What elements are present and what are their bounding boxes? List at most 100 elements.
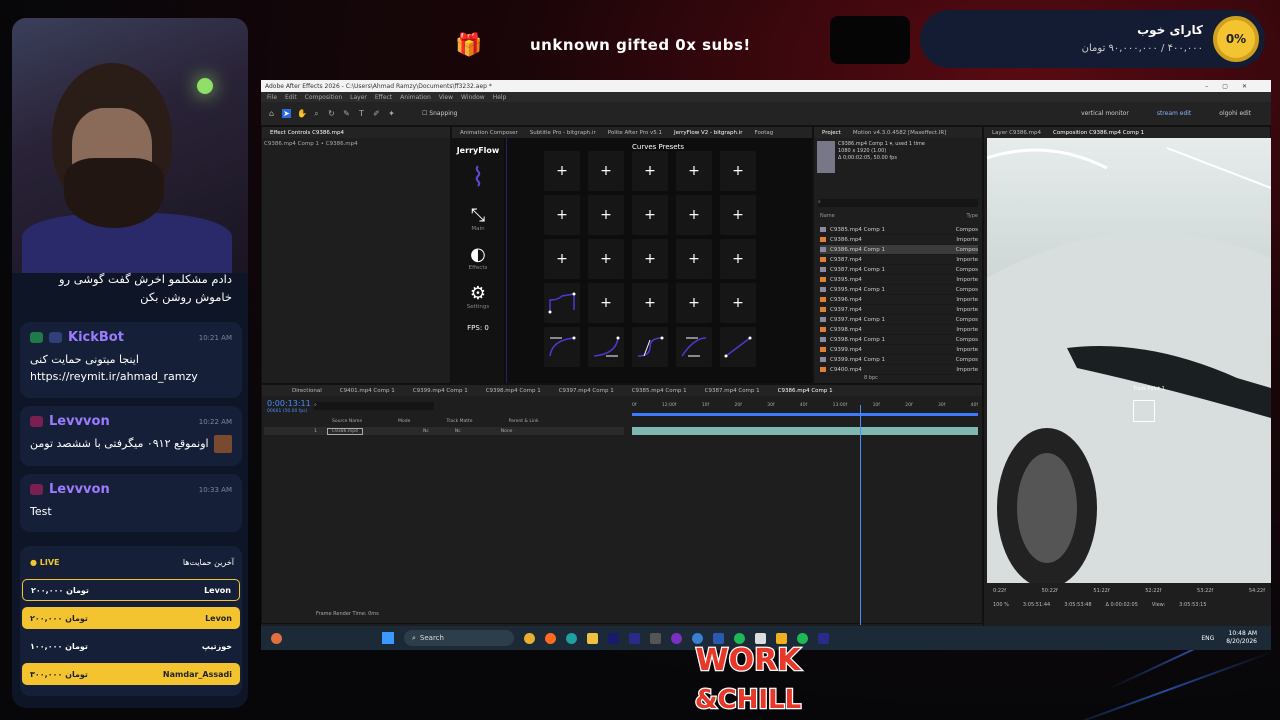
tab-comp[interactable]: C9387.mp4 Comp 1 <box>705 388 760 394</box>
col-track-matte[interactable]: Track Matte <box>446 419 472 424</box>
add-curve-button[interactable]: + <box>676 283 712 323</box>
playhead[interactable] <box>860 405 861 625</box>
add-curve-button[interactable]: + <box>588 151 624 191</box>
col-type[interactable]: Type <box>967 213 978 219</box>
tab-comp[interactable]: C9399.mp4 Comp 1 <box>413 388 468 394</box>
project-search-input[interactable]: ⌕ <box>818 199 978 207</box>
pen-tool-icon[interactable]: ✎ <box>342 109 351 118</box>
menu-help[interactable]: Help <box>493 94 507 101</box>
menu-layer[interactable]: Layer <box>350 94 367 101</box>
curve-preset[interactable] <box>588 327 624 367</box>
project-item[interactable]: C9399.mp4 Comp 1 Compos <box>820 355 978 365</box>
curve-preset[interactable] <box>676 327 712 367</box>
add-curve-button[interactable]: + <box>720 239 756 279</box>
col-source-name[interactable]: Source Name <box>332 419 362 424</box>
firefox-icon[interactable] <box>545 632 556 644</box>
menu-window[interactable]: Window <box>461 94 485 101</box>
menu-view[interactable]: View <box>439 94 453 101</box>
project-item[interactable]: C9397.mp4 Comp 1 Compos <box>820 315 978 325</box>
time-ruler[interactable]: 0f 12:00f 10f 20f 30f 40f 13:00f 10f 20f 30f 40f <box>632 403 978 408</box>
add-curve-button[interactable]: + <box>720 195 756 235</box>
folder-icon[interactable] <box>587 632 598 644</box>
tab-effect-controls[interactable]: Effect Controls C9386.mp4 <box>270 130 344 136</box>
workspace-vertical-monitor[interactable]: vertical monitor <box>1081 110 1129 117</box>
chat-username[interactable]: Levvvon <box>49 482 110 497</box>
tab-comp-active[interactable]: C9386.mp4 Comp 1 <box>778 388 833 394</box>
add-curve-button[interactable]: + <box>588 195 624 235</box>
home-icon[interactable]: ⌂ <box>267 109 276 118</box>
tab-composition[interactable]: Composition C9386.mp4 Comp 1 <box>1053 130 1144 136</box>
effects-nav-icon[interactable]: ◐ <box>452 244 504 265</box>
project-item[interactable]: C9395.mp4 Importe <box>820 275 978 285</box>
project-item[interactable]: C9398.mp4 Importe <box>820 325 978 335</box>
snapping-toggle[interactable]: ☐ Snapping <box>422 110 457 117</box>
project-item[interactable]: C9399.mp4 Importe <box>820 345 978 355</box>
track-point-icon[interactable] <box>1133 400 1155 422</box>
hand-tool-icon[interactable]: ✋ <box>297 109 307 118</box>
menu-composition[interactable]: Composition <box>305 94 342 101</box>
add-curve-button[interactable]: + <box>720 151 756 191</box>
tab-comp[interactable]: C9398.mp4 Comp 1 <box>486 388 541 394</box>
selection-tool-icon[interactable]: ➤ <box>282 109 291 118</box>
settings-nav-icon[interactable]: ⚙ <box>452 283 504 304</box>
workspace-olgohi-edit[interactable]: olgohi edit <box>1219 110 1251 117</box>
col-mode[interactable]: Mode <box>398 419 410 424</box>
add-curve-button[interactable]: + <box>676 239 712 279</box>
chat-username[interactable]: Levvvon <box>49 414 110 429</box>
tab-comp[interactable]: C9385.mp4 Comp 1 <box>632 388 687 394</box>
tab-animation-composer[interactable]: Animation Composer <box>460 130 518 136</box>
project-item[interactable]: C9396.mp4 Importe <box>820 295 978 305</box>
curve-preset[interactable] <box>720 327 756 367</box>
chrome-icon[interactable] <box>524 632 535 644</box>
add-curve-button[interactable]: + <box>676 151 712 191</box>
tab-directional[interactable]: Directional <box>292 388 322 394</box>
system-tray[interactable]: ENG 10:48 AM 8/20/2026 <box>1201 630 1271 646</box>
project-item[interactable]: C9386.mp4 Comp 1 Compos <box>820 245 978 255</box>
tab-layer[interactable]: Layer C9386.mp4 <box>992 130 1041 136</box>
add-curve-button[interactable]: + <box>632 151 668 191</box>
chat-link[interactable]: https://reymit.ir/ahmad_ramzy <box>30 368 232 385</box>
add-curve-button[interactable]: + <box>720 283 756 323</box>
brush-tool-icon[interactable]: ✐ <box>372 109 381 118</box>
current-timecode[interactable]: 0:00:13:11 <box>267 399 311 408</box>
tab-comp[interactable]: C9401.mp4 Comp 1 <box>340 388 395 394</box>
chat-username[interactable]: KickBot <box>68 330 124 345</box>
after-effects-icon[interactable] <box>629 632 640 644</box>
menu-file[interactable]: File <box>267 94 277 101</box>
add-curve-button[interactable]: + <box>632 283 668 323</box>
tab-project[interactable]: Project <box>822 130 841 136</box>
project-item[interactable]: C9387.mp4 Importe <box>820 255 978 265</box>
col-name[interactable]: Name <box>820 213 835 219</box>
zoom-tool-icon[interactable]: ⌕ <box>312 109 321 118</box>
premiere-icon[interactable] <box>608 632 619 644</box>
tab-footage[interactable]: Footag <box>755 130 774 136</box>
language-indicator[interactable]: ENG <box>1201 635 1214 642</box>
add-curve-button[interactable]: + <box>632 195 668 235</box>
taskbar-search[interactable]: ⌕ Search <box>404 630 514 646</box>
project-item[interactable]: C9397.mp4 Importe <box>820 305 978 315</box>
tab-polite-after[interactable]: Polite After Pro v5.1 <box>608 130 662 136</box>
edge-icon[interactable] <box>566 632 577 644</box>
add-curve-button[interactable]: + <box>544 151 580 191</box>
menu-animation[interactable]: Animation <box>400 94 431 101</box>
tab-comp[interactable]: C9397.mp4 Comp 1 <box>559 388 614 394</box>
menu-edit[interactable]: Edit <box>285 94 297 101</box>
project-item[interactable]: C9398.mp4 Comp 1 Compos <box>820 335 978 345</box>
project-item[interactable]: C9386.mp4 Importe <box>820 235 978 245</box>
bpc-indicator[interactable]: 8 bpc <box>864 375 878 381</box>
menu-effect[interactable]: Effect <box>375 94 392 101</box>
tab-motion[interactable]: Motion v4.3.0.4582 [Maxeffect.IR] <box>853 130 947 136</box>
add-curve-button[interactable]: + <box>544 195 580 235</box>
work-area-bar[interactable] <box>632 413 978 416</box>
tab-subtitle-pro[interactable]: Subtitle Pro - bitgraph.ir <box>530 130 596 136</box>
add-curve-button[interactable]: + <box>632 239 668 279</box>
app-icon[interactable] <box>671 632 682 644</box>
project-item[interactable]: C9385.mp4 Comp 1 Compos <box>820 225 978 235</box>
text-tool-icon[interactable]: T <box>357 109 366 118</box>
col-parent[interactable]: Parent & Link <box>509 419 539 424</box>
layer-row[interactable]: 1 C9386.mp4 Nc Nc None <box>264 427 624 435</box>
start-icon[interactable] <box>382 632 394 644</box>
curve-preset[interactable] <box>544 283 580 323</box>
main-nav-icon[interactable]: ⤡ <box>452 205 504 226</box>
project-item[interactable]: C9395.mp4 Comp 1 Compos <box>820 285 978 295</box>
